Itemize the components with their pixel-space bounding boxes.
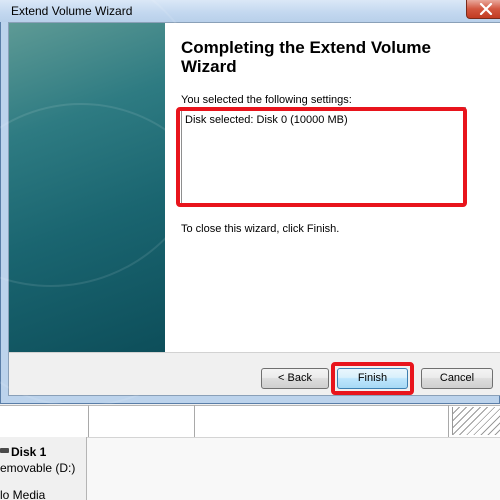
screen: Disk 1 emovable (D:) lo Media Extend Vol… <box>0 0 500 500</box>
wizard-heading: Completing the Extend Volume Wizard <box>181 38 431 76</box>
disk-partition-area[interactable] <box>87 437 500 500</box>
settings-highlight-box <box>176 107 467 207</box>
disk-type: emovable (D:) <box>0 461 76 475</box>
close-button[interactable] <box>466 0 500 19</box>
disk-icon <box>0 448 9 453</box>
close-icon <box>479 3 493 15</box>
cancel-button[interactable]: Cancel <box>421 368 493 389</box>
unallocated-hatch <box>452 407 500 435</box>
column-divider <box>88 405 89 439</box>
settings-label: You selected the following settings: <box>181 94 352 106</box>
column-divider <box>194 405 195 439</box>
disk-media-status: lo Media <box>0 488 46 500</box>
finish-highlight-box <box>331 362 414 395</box>
column-divider <box>448 405 449 439</box>
wizard-side-banner <box>0 0 233 407</box>
disk-name: Disk 1 <box>11 445 47 459</box>
close-instruction: To close this wizard, click Finish. <box>181 223 340 235</box>
back-button[interactable]: < Back <box>261 368 329 389</box>
volume-list-strip <box>0 405 500 438</box>
